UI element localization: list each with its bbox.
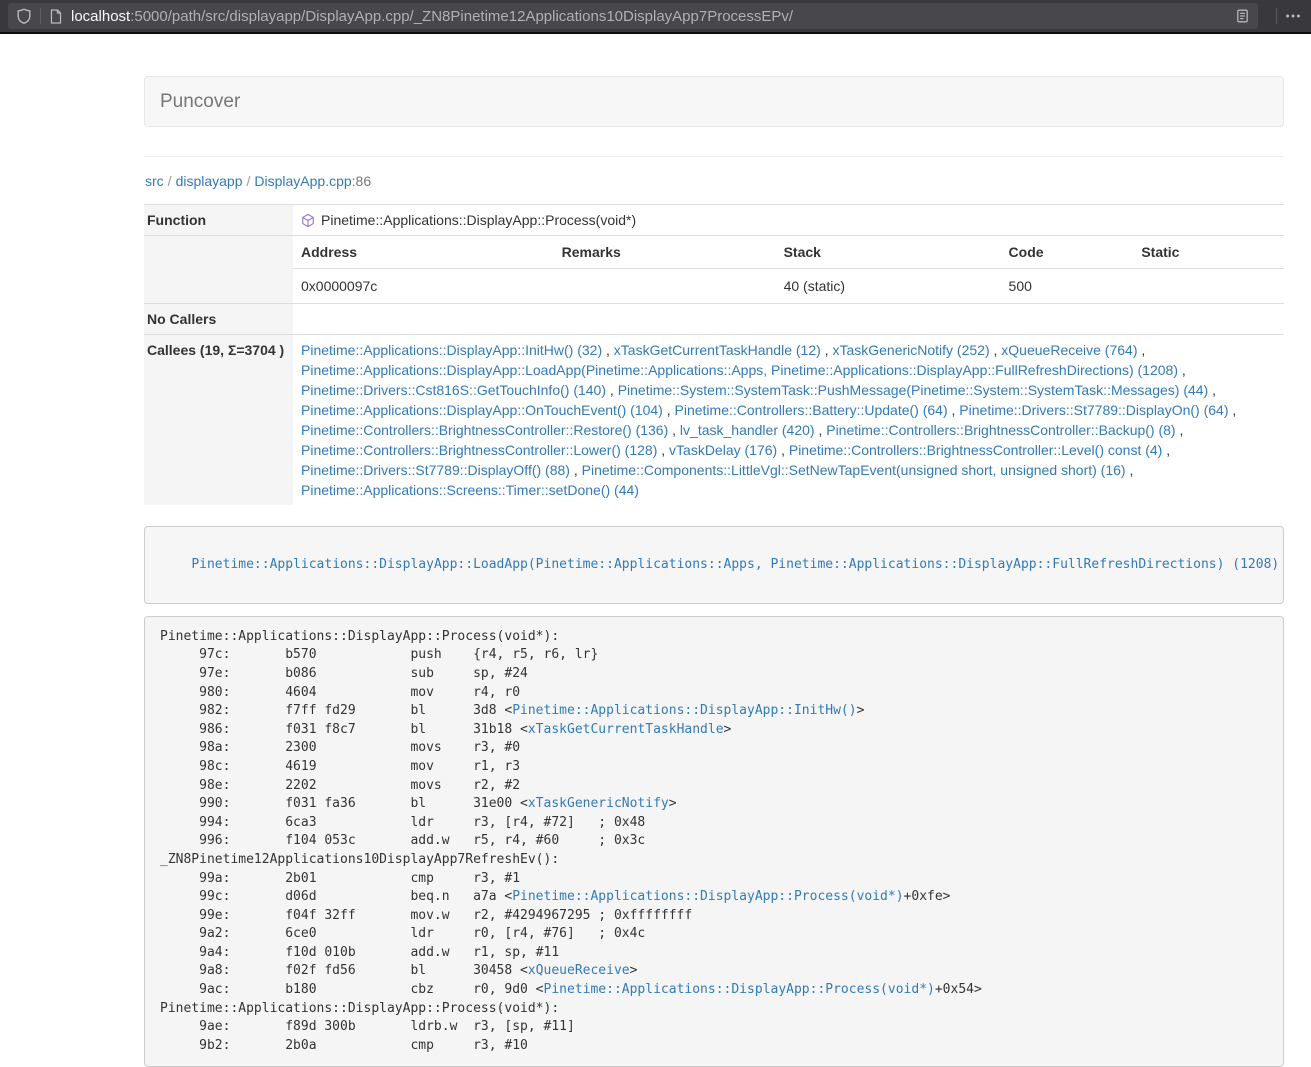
callee-link[interactable]: Pinetime::Controllers::BrightnessControl… bbox=[789, 442, 1162, 458]
code-symbol-link[interactable]: xTaskGenericNotify bbox=[528, 796, 669, 811]
table-row: No Callers bbox=[144, 304, 1284, 335]
column-header-address: Address bbox=[293, 236, 554, 269]
callee-link[interactable]: Pinetime::Applications::Screens::Timer::… bbox=[301, 482, 639, 498]
static-value bbox=[1133, 269, 1284, 304]
reader-view-icon[interactable] bbox=[1235, 8, 1250, 24]
page-info-icon[interactable] bbox=[49, 9, 63, 24]
function-name: Pinetime::Applications::DisplayApp::Proc… bbox=[321, 210, 636, 230]
callee-link[interactable]: Pinetime::Controllers::BrightnessControl… bbox=[826, 422, 1175, 438]
function-info-table: Function Pinetime::Applications::Display… bbox=[144, 204, 1284, 505]
highlighted-symbol-link[interactable]: Pinetime::Applications::DisplayApp::Load… bbox=[191, 557, 1279, 572]
divider bbox=[1276, 8, 1277, 24]
callee-link[interactable]: xTaskGetCurrentTaskHandle (12) bbox=[614, 342, 821, 358]
divider bbox=[40, 8, 41, 24]
table-row: 0x0000097c 40 (static) 500 bbox=[293, 269, 1284, 304]
no-callers-label: No Callers bbox=[144, 304, 293, 335]
breadcrumb-link-src[interactable]: src bbox=[145, 173, 164, 189]
table-row: Function Pinetime::Applications::Display… bbox=[144, 205, 1284, 236]
column-header-stack: Stack bbox=[776, 236, 1001, 269]
callee-link[interactable]: Pinetime::Controllers::Battery::Update()… bbox=[675, 402, 948, 418]
disassembly-listing: Pinetime::Applications::DisplayApp::Proc… bbox=[144, 616, 1284, 1067]
callees-label: Callees (19, Σ=3704 ) bbox=[144, 335, 293, 506]
callee-link[interactable]: Pinetime::System::SystemTask::PushMessag… bbox=[618, 382, 1209, 398]
highlighted-symbol-box: Pinetime::Applications::DisplayApp::Load… bbox=[144, 526, 1284, 604]
callee-link[interactable]: Pinetime::Components::LittleVgl::SetNewT… bbox=[582, 462, 1126, 478]
browser-chrome: localhost:5000/path/src/displayapp/Displ… bbox=[0, 0, 1311, 34]
column-header-remarks: Remarks bbox=[554, 236, 776, 269]
callee-link[interactable]: Pinetime::Drivers::Cst816S::GetTouchInfo… bbox=[301, 382, 606, 398]
breadcrumb: src/displayapp/DisplayApp.cpp:86 bbox=[145, 173, 1284, 189]
code-symbol-link[interactable]: xQueueReceive bbox=[528, 963, 630, 978]
callees-list: Pinetime::Applications::DisplayApp::Init… bbox=[293, 335, 1284, 506]
callee-link[interactable]: lv_task_handler (420) bbox=[680, 422, 815, 438]
url-path: :5000/path/src/displayapp/DisplayApp.cpp… bbox=[130, 8, 793, 25]
code-symbol-link[interactable]: Pinetime::Applications::DisplayApp::Proc… bbox=[544, 982, 935, 997]
callee-link[interactable]: Pinetime::Drivers::St7789::DisplayOn() (… bbox=[959, 402, 1228, 418]
callee-link[interactable]: xQueueReceive (764) bbox=[1001, 342, 1137, 358]
column-header-code: Code bbox=[1001, 236, 1134, 269]
callee-link[interactable]: Pinetime::Controllers::BrightnessControl… bbox=[301, 442, 657, 458]
table-row: Callees (19, Σ=3704 ) Pinetime::Applicat… bbox=[144, 335, 1284, 506]
stack-value: 40 (static) bbox=[776, 269, 1001, 304]
address-value: 0x0000097c bbox=[293, 269, 554, 304]
breadcrumb-link-displayapp[interactable]: displayapp bbox=[176, 173, 243, 189]
more-menu-icon[interactable] bbox=[1285, 8, 1301, 24]
divider bbox=[144, 156, 1284, 157]
callee-link[interactable]: Pinetime::Drivers::St7789::DisplayOff() … bbox=[301, 462, 570, 478]
code-symbol-link[interactable]: Pinetime::Applications::DisplayApp::Init… bbox=[512, 703, 856, 718]
content-container: Puncover src/displayapp/DisplayApp.cpp:8… bbox=[144, 76, 1284, 1067]
package-icon bbox=[301, 213, 315, 228]
breadcrumb-separator: / bbox=[243, 173, 255, 189]
callee-link[interactable]: vTaskDelay (176) bbox=[669, 442, 777, 458]
stats-table: Address Remarks Stack Code Static 0x0000… bbox=[293, 236, 1284, 303]
column-header-static: Static bbox=[1133, 236, 1284, 269]
callee-link[interactable]: Pinetime::Controllers::BrightnessControl… bbox=[301, 422, 668, 438]
app-navbar: Puncover bbox=[144, 76, 1284, 127]
callee-link[interactable]: xTaskGenericNotify (252) bbox=[832, 342, 989, 358]
url-bar[interactable]: localhost:5000/path/src/displayapp/Displ… bbox=[8, 3, 1258, 29]
callee-link[interactable]: Pinetime::Applications::DisplayApp::Load… bbox=[301, 362, 1178, 378]
breadcrumb-separator: / bbox=[164, 173, 176, 189]
code-value: 500 bbox=[1001, 269, 1134, 304]
table-row: Address Remarks Stack Code Static 0x0000… bbox=[144, 236, 1284, 304]
app-brand-link[interactable]: Puncover bbox=[160, 91, 240, 113]
breadcrumb-line-number: :86 bbox=[352, 173, 371, 189]
code-symbol-link[interactable]: Pinetime::Applications::DisplayApp::Proc… bbox=[512, 889, 903, 904]
callee-link[interactable]: Pinetime::Applications::DisplayApp::OnTo… bbox=[301, 402, 663, 418]
url-host: localhost bbox=[71, 8, 130, 25]
function-label: Function bbox=[144, 205, 293, 236]
remarks-value bbox=[554, 269, 776, 304]
breadcrumb-link-file[interactable]: DisplayApp.cpp bbox=[254, 173, 351, 189]
empty-label bbox=[144, 236, 293, 304]
table-row: Address Remarks Stack Code Static bbox=[293, 236, 1284, 269]
code-symbol-link[interactable]: xTaskGetCurrentTaskHandle bbox=[528, 722, 724, 737]
url-text: localhost:5000/path/src/displayapp/Displ… bbox=[71, 8, 1235, 25]
callee-link[interactable]: Pinetime::Applications::DisplayApp::Init… bbox=[301, 342, 602, 358]
shield-icon[interactable] bbox=[16, 8, 32, 24]
